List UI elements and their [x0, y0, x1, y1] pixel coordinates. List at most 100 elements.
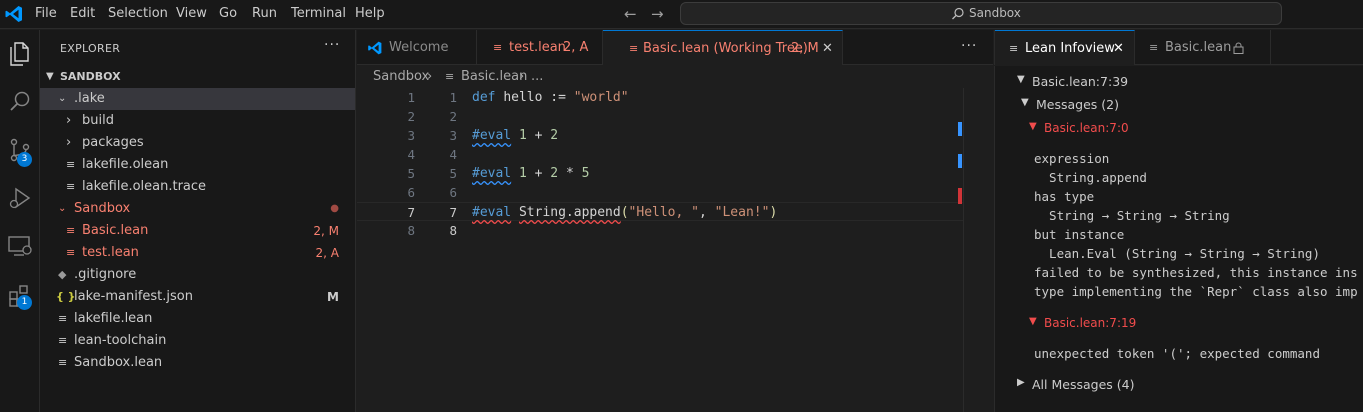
tree-item-build[interactable]: › build [40, 110, 355, 132]
tab-lean-infoview[interactable]: ≡ Lean Infoview ✕ [995, 30, 1135, 65]
editor-scrollbar[interactable] [958, 88, 993, 412]
tree-item-lakefile-olean-trace[interactable]: ≡ lakefile.olean.trace [40, 176, 355, 198]
code-line[interactable]: 2 2 [357, 107, 963, 126]
file-lines-icon: ≡ [1009, 42, 1019, 55]
editor-tab-bar: Welcome ≡ test.lean 2, A ≡ Basic.lean (W… [357, 30, 993, 65]
chevron-down-icon[interactable]: ▼ [1021, 97, 1029, 108]
tree-item-lakefile-olean[interactable]: ≡ lakefile.olean [40, 154, 355, 176]
title-bar: File Edit Selection View Go Run Terminal… [0, 0, 1363, 29]
code-editor[interactable]: 1 1 def hello := "world" 2 2 3 3 #eval 1… [357, 88, 963, 412]
vscode-logo-icon [5, 6, 22, 22]
all-messages-toggle[interactable]: All Messages (4) [1032, 377, 1134, 392]
remote-explorer-icon[interactable] [4, 230, 36, 262]
chevron-down-icon: ⌄ [58, 93, 67, 104]
tab-test-lean[interactable]: ≡ test.lean 2, A [477, 30, 603, 65]
line-number-modified: 6 [449, 185, 457, 200]
more-actions-icon[interactable]: ··· [324, 37, 340, 53]
git-diamond-icon: ◆ [58, 268, 67, 281]
line-number-original: 1 [407, 90, 415, 105]
tree-item-lake[interactable]: ⌄ .lake [40, 88, 355, 110]
close-icon[interactable]: ✕ [1113, 31, 1124, 66]
menu-run[interactable]: Run [252, 6, 277, 21]
lean-infoview: ▼ Basic.lean:7:39 ▼ Messages (2) ▼ Basic… [994, 66, 1363, 412]
messages-header[interactable]: Messages (2) [1036, 97, 1119, 112]
tree-item-lean-toolchain[interactable]: ≡ lean-toolchain [40, 330, 355, 352]
code-text: #eval 1 + 2 * 5 [472, 166, 590, 181]
forward-arrow-icon[interactable]: → [651, 5, 664, 23]
code-text: #eval 1 + 2 [472, 128, 559, 143]
back-arrow-icon[interactable]: ← [624, 5, 637, 23]
more-actions-icon[interactable]: ··· [961, 38, 977, 54]
infoview-position[interactable]: Basic.lean:7:39 [1032, 74, 1128, 89]
tree-item-packages[interactable]: › packages [40, 132, 355, 154]
menu-selection[interactable]: Selection [108, 6, 168, 21]
line-number-original: 7 [407, 205, 415, 220]
file-lines-icon: ≡ [58, 356, 68, 369]
breadcrumb-folder[interactable]: Sandbox [373, 66, 429, 88]
chevron-right-icon[interactable]: ▶ [1017, 377, 1025, 388]
message-text-line: String → String → String [1034, 208, 1230, 223]
tab-label: test.lean [509, 40, 566, 55]
chevron-down-icon: ▼ [46, 71, 54, 82]
explorer-files-icon[interactable] [4, 38, 36, 70]
search-icon[interactable] [4, 86, 36, 118]
tree-item-gitignore[interactable]: ◆ .gitignore [40, 264, 355, 286]
tree-item-label: lakefile.lean [74, 311, 153, 326]
code-line[interactable]: 6 6 [357, 183, 963, 202]
search-icon [952, 7, 964, 20]
run-debug-icon[interactable] [4, 182, 36, 214]
chevron-down-icon[interactable]: ▼ [1029, 316, 1037, 327]
breadcrumb: Sandbox › ≡ Basic.lean › ... [357, 66, 993, 88]
menu-go[interactable]: Go [219, 6, 237, 21]
tab-label: Lean Infoview [1025, 41, 1115, 56]
message-location-link[interactable]: Basic.lean:7:19 [1044, 316, 1136, 330]
menu-help[interactable]: Help [355, 6, 385, 21]
line-number-original: 2 [407, 109, 415, 124]
file-lines-icon: ≡ [493, 41, 503, 54]
tab-welcome[interactable]: Welcome [357, 30, 477, 65]
message-location-link[interactable]: Basic.lean:7:0 [1044, 121, 1129, 135]
line-number-original: 8 [407, 223, 415, 238]
message-text-line: failed to be synthesized, this instance … [1034, 265, 1358, 280]
explorer-root-sandbox[interactable]: ▼ SANDBOX [40, 66, 355, 88]
breadcrumb-file[interactable]: Basic.lean [461, 66, 527, 88]
tree-item-basic-lean[interactable]: ≡ Basic.lean 2, M [40, 220, 355, 242]
menu-terminal[interactable]: Terminal [291, 6, 346, 21]
menu-file[interactable]: File [35, 6, 57, 21]
line-number-modified: 5 [449, 166, 457, 181]
code-text: def hello := "world" [472, 90, 629, 105]
code-line[interactable]: 1 1 def hello := "world" [357, 88, 963, 107]
code-line[interactable]: 3 3 #eval 1 + 2 [357, 126, 963, 145]
tree-item-sandbox-folder[interactable]: ⌄ Sandbox ● [40, 198, 355, 220]
command-center-search[interactable]: Sandbox [680, 2, 1282, 25]
json-braces-icon: { } [56, 290, 76, 303]
tab-basic-lean-readonly[interactable]: ≡ Basic.lean [1135, 30, 1271, 65]
code-line[interactable]: 4 4 [357, 145, 963, 164]
tree-item-lakefile-lean[interactable]: ≡ lakefile.lean [40, 308, 355, 330]
tree-item-label: lake-manifest.json [74, 289, 193, 304]
file-lines-icon: ≡ [66, 246, 76, 259]
chevron-right-icon: › [66, 135, 72, 150]
code-line[interactable]: 8 8 [357, 221, 963, 240]
tree-item-test-lean[interactable]: ≡ test.lean 2, A [40, 242, 355, 264]
explorer-root-label: SANDBOX [60, 70, 121, 83]
explorer-sidebar: EXPLORER ··· ▼ SANDBOX ⌄ .lake › build ›… [40, 30, 356, 412]
code-line[interactable]: 5 5 #eval 1 + 2 * 5 [357, 164, 963, 183]
message-text-line: has type [1034, 189, 1095, 204]
breadcrumb-symbol[interactable]: ... [531, 66, 543, 88]
file-lines-icon: ≡ [58, 312, 68, 325]
modified-dot: ● [330, 203, 339, 214]
tree-item-sandbox-lean[interactable]: ≡ Sandbox.lean [40, 352, 355, 374]
git-status-badge: 2, M [313, 224, 339, 238]
chevron-down-icon[interactable]: ▼ [1017, 74, 1025, 85]
chevron-right-icon: › [66, 113, 72, 128]
menu-view[interactable]: View [176, 6, 207, 21]
tab-label: Welcome [389, 40, 449, 55]
tab-basic-lean-working-tree[interactable]: ≡ Basic.lean (Working Tree) 2, M ✕ [603, 30, 843, 65]
close-icon[interactable]: ✕ [822, 31, 833, 66]
chevron-down-icon[interactable]: ▼ [1029, 121, 1037, 132]
menu-edit[interactable]: Edit [70, 6, 95, 21]
tree-item-lake-manifest-json[interactable]: { } lake-manifest.json M [40, 286, 355, 308]
code-line-current[interactable]: 7 7 #eval String.append("Hello, ", "Lean… [357, 202, 963, 221]
info-marker [958, 122, 962, 136]
